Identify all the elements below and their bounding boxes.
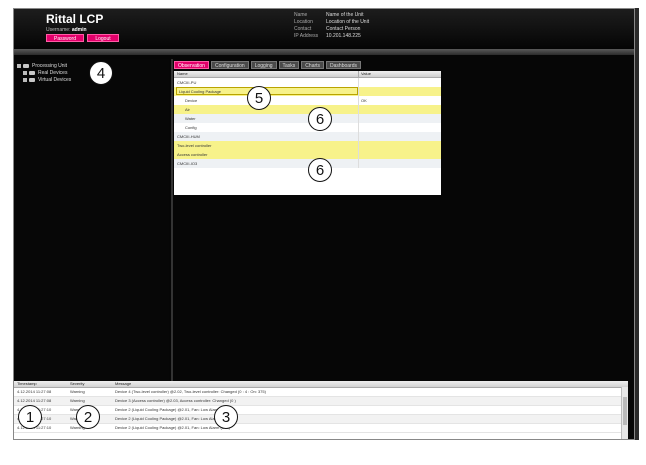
grid-row[interactable]: Config: [174, 123, 441, 132]
callout-badge: 5: [247, 86, 271, 110]
log-row[interactable]: 4.12.2014 11:27:08 Warning Device 3 (Acc…: [14, 397, 628, 406]
info-value: 10.201.148.225: [326, 33, 361, 39]
log-message: Device 2 (Liquid Cooling Package) @2.01,…: [115, 416, 231, 421]
log-row[interactable]: 4.12.2014 11:27:10 Warning Device 2 (Liq…: [14, 406, 628, 415]
info-label: IP Address: [294, 33, 319, 39]
row-label: Water: [185, 116, 196, 121]
tab-configuration[interactable]: Configuration: [210, 61, 249, 69]
app-title: Rittal LCP: [46, 12, 104, 26]
column-value-header[interactable]: Value: [361, 71, 371, 77]
callout-badge: 4: [89, 61, 113, 85]
tab-dashboards[interactable]: Dashboards: [326, 61, 361, 69]
tab-logging[interactable]: Logging: [250, 61, 277, 69]
callout-badge: 2: [76, 405, 100, 429]
log-timestamp: 4.12.2014 11:27:08: [17, 389, 52, 394]
tab-observation[interactable]: Observation: [174, 61, 209, 69]
tree-item-real-devices[interactable]: Real Devices: [23, 70, 67, 76]
tree-item-label: Virtual Devices: [38, 77, 72, 83]
folder-icon: [29, 78, 35, 82]
expand-icon[interactable]: [23, 78, 27, 82]
row-label: Device: [185, 98, 198, 103]
info-label: Name: [294, 12, 308, 18]
log-message: Device 4 (Two-level controller) @2.02, T…: [115, 389, 266, 394]
logout-button[interactable]: Logout: [87, 34, 119, 42]
log-row[interactable]: 4.12.2014 11:27:10 Warning Device 2 (Liq…: [14, 415, 628, 424]
info-value: Location of the Unit: [326, 19, 370, 25]
grid-row[interactable]: Two-level controller: [174, 141, 441, 150]
expand-icon[interactable]: [23, 71, 27, 75]
username: admin: [71, 27, 87, 33]
tree-item-processing-unit[interactable]: Processing Unit: [17, 63, 67, 69]
tree-item-virtual-devices[interactable]: Virtual Devices: [23, 77, 71, 83]
scrollbar-thumb[interactable]: [623, 397, 627, 425]
info-value: Name of the Unit: [326, 12, 364, 18]
folder-icon: [23, 64, 29, 68]
log-row[interactable]: 4.12.2014 11:27:08 Warning Device 4 (Two…: [14, 388, 628, 397]
tab-charts[interactable]: Charts: [301, 61, 325, 69]
grid-row[interactable]: Air: [174, 105, 441, 114]
log-scrollbar[interactable]: [621, 387, 628, 439]
unit-info: Name Name of the Unit Location Location of…: [294, 12, 369, 40]
grid-row[interactable]: CMCIII-PU: [174, 78, 441, 87]
grid-row[interactable]: Liquid Cooling Package: [174, 87, 441, 96]
window-edge: [635, 8, 639, 440]
row-label: Two-level controller: [177, 143, 212, 148]
tab-tasks[interactable]: Tasks: [278, 61, 300, 69]
observation-grid: Name Value CMCIII-PU Liquid Cooling Pack…: [174, 71, 441, 195]
grid-row[interactable]: Access controller: [174, 150, 441, 159]
column-name-header[interactable]: Name: [177, 71, 188, 77]
header: Rittal LCP Username: admin Password Logo…: [14, 9, 634, 49]
row-label: CMCIII-PU: [177, 80, 197, 85]
row-label: Config: [185, 125, 197, 130]
log-message: Device 2 (Liquid Cooling Package) @2.01,…: [115, 425, 231, 430]
callout-badge: 3: [214, 405, 238, 429]
username-line: Username: admin: [46, 27, 87, 33]
grid-row[interactable]: CMCIII-HUM: [174, 132, 441, 141]
log-row[interactable]: 4.12.2014 11:27:10 Warning Device 2 (Liq…: [14, 424, 628, 433]
callout-badge: 1: [18, 405, 42, 429]
tree-item-label: Real Devices: [38, 70, 68, 76]
device-tree: Processing Unit Real Devices Virtual Dev…: [14, 59, 169, 381]
grid-header: Name Value: [174, 71, 441, 78]
folder-icon: [29, 71, 35, 75]
log-message: Device 3 (Access controller) @2.03, Acce…: [115, 398, 236, 403]
info-label: Location: [294, 19, 313, 25]
callout-badge: 6: [308, 158, 332, 182]
row-value: OK: [361, 98, 367, 103]
row-label: Access controller: [177, 152, 208, 157]
info-label: Contact: [294, 26, 312, 32]
column-message-header[interactable]: Message: [115, 381, 131, 387]
row-label: Air: [185, 107, 190, 112]
info-value: Contact Person: [326, 26, 361, 32]
callout-badge: 6: [308, 107, 332, 131]
row-label: CMCIII-HUM: [177, 134, 200, 139]
tab-bar: Observation Configuration Logging Tasks …: [174, 61, 363, 69]
log-header: Timestamp Severity Message: [14, 381, 628, 388]
log-panel: Timestamp Severity Message 4.12.2014 11:…: [14, 381, 628, 439]
nav-bar: [14, 49, 634, 55]
expand-icon[interactable]: [17, 64, 21, 68]
username-label: Username:: [46, 27, 71, 33]
row-label: CMCIII-IO3: [177, 161, 198, 166]
tree-item-label: Processing Unit: [32, 63, 68, 69]
grid-row[interactable]: Device OK: [174, 96, 441, 105]
log-message: Device 2 (Liquid Cooling Package) @2.01,…: [115, 407, 231, 412]
log-severity: Warning: [70, 398, 85, 403]
column-timestamp-header[interactable]: Timestamp: [17, 381, 37, 387]
log-severity: Warning: [70, 389, 85, 394]
log-timestamp: 4.12.2014 11:27:08: [17, 398, 52, 403]
splitter[interactable]: [171, 59, 173, 381]
column-severity-header[interactable]: Severity: [70, 381, 84, 387]
password-button[interactable]: Password: [46, 34, 84, 42]
